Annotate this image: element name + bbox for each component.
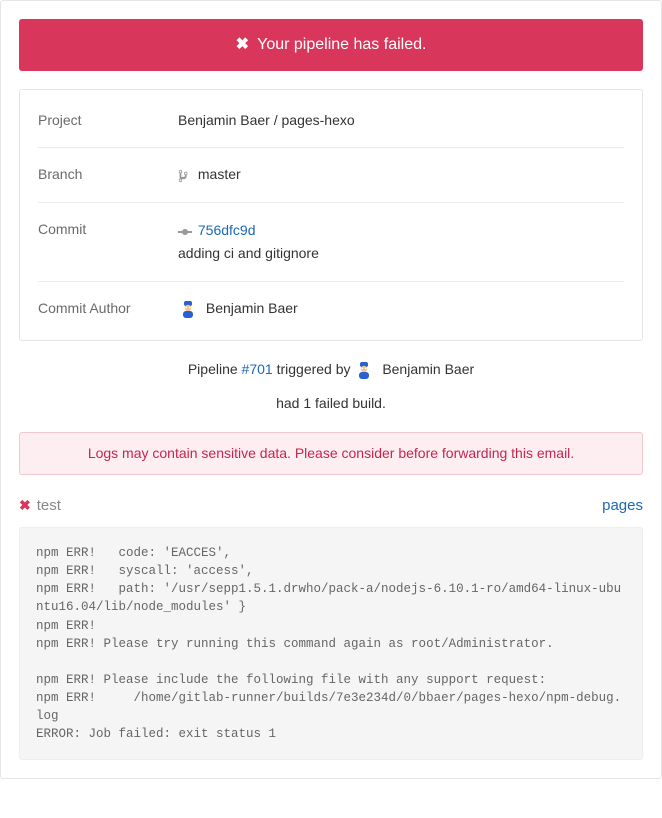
- job-name-link[interactable]: pages: [602, 495, 643, 518]
- commit-value: 756dfc9d adding ci and gitignore: [178, 219, 624, 265]
- trigger-user: Benjamin Baer: [382, 361, 474, 377]
- failed-summary: had 1 failed build.: [19, 393, 643, 414]
- email-container: ✖ Your pipeline has failed. Project Benj…: [0, 0, 662, 779]
- pipeline-id-link[interactable]: #701: [242, 361, 273, 377]
- fail-icon: ✖: [236, 36, 249, 53]
- trigger-prefix: Pipeline: [188, 361, 242, 377]
- row-project: Project Benjamin Baer / pages-hexo: [38, 94, 624, 147]
- job-left: ✖ test: [19, 495, 61, 518]
- row-branch: Branch master: [38, 147, 624, 202]
- banner-text: Your pipeline has failed.: [257, 36, 426, 53]
- commit-message: adding ci and gitignore: [178, 245, 319, 261]
- branch-value: master: [178, 164, 624, 186]
- project-label: Project: [38, 110, 178, 131]
- branch-icon: [178, 165, 192, 186]
- pipeline-trigger-line: Pipeline #701 triggered by Benjamin Baer: [19, 359, 643, 381]
- author-name: Benjamin Baer: [206, 300, 298, 316]
- author-value: Benjamin Baer: [178, 298, 624, 320]
- sensitive-warning: Logs may contain sensitive data. Please …: [19, 432, 643, 475]
- branch-label: Branch: [38, 164, 178, 186]
- job-log: npm ERR! code: 'EACCES', npm ERR! syscal…: [19, 527, 643, 760]
- commit-icon: [178, 220, 192, 242]
- status-banner: ✖ Your pipeline has failed.: [19, 19, 643, 71]
- row-author: Commit Author Benjamin Baer: [38, 281, 624, 336]
- branch-name: master: [198, 166, 241, 182]
- commit-label: Commit: [38, 219, 178, 265]
- row-commit: Commit 756dfc9d adding ci and gitignore: [38, 202, 624, 281]
- job-stage: test: [37, 495, 61, 518]
- project-value: Benjamin Baer / pages-hexo: [178, 110, 624, 131]
- author-label: Commit Author: [38, 298, 178, 320]
- avatar-icon: [354, 359, 374, 380]
- job-header: ✖ test pages: [19, 491, 643, 528]
- fail-icon: ✖: [19, 495, 31, 516]
- commit-sha-link[interactable]: 756dfc9d: [198, 222, 256, 238]
- trigger-mid: triggered by: [273, 361, 355, 377]
- details-card: Project Benjamin Baer / pages-hexo Branc…: [19, 89, 643, 341]
- avatar-icon: [178, 298, 198, 319]
